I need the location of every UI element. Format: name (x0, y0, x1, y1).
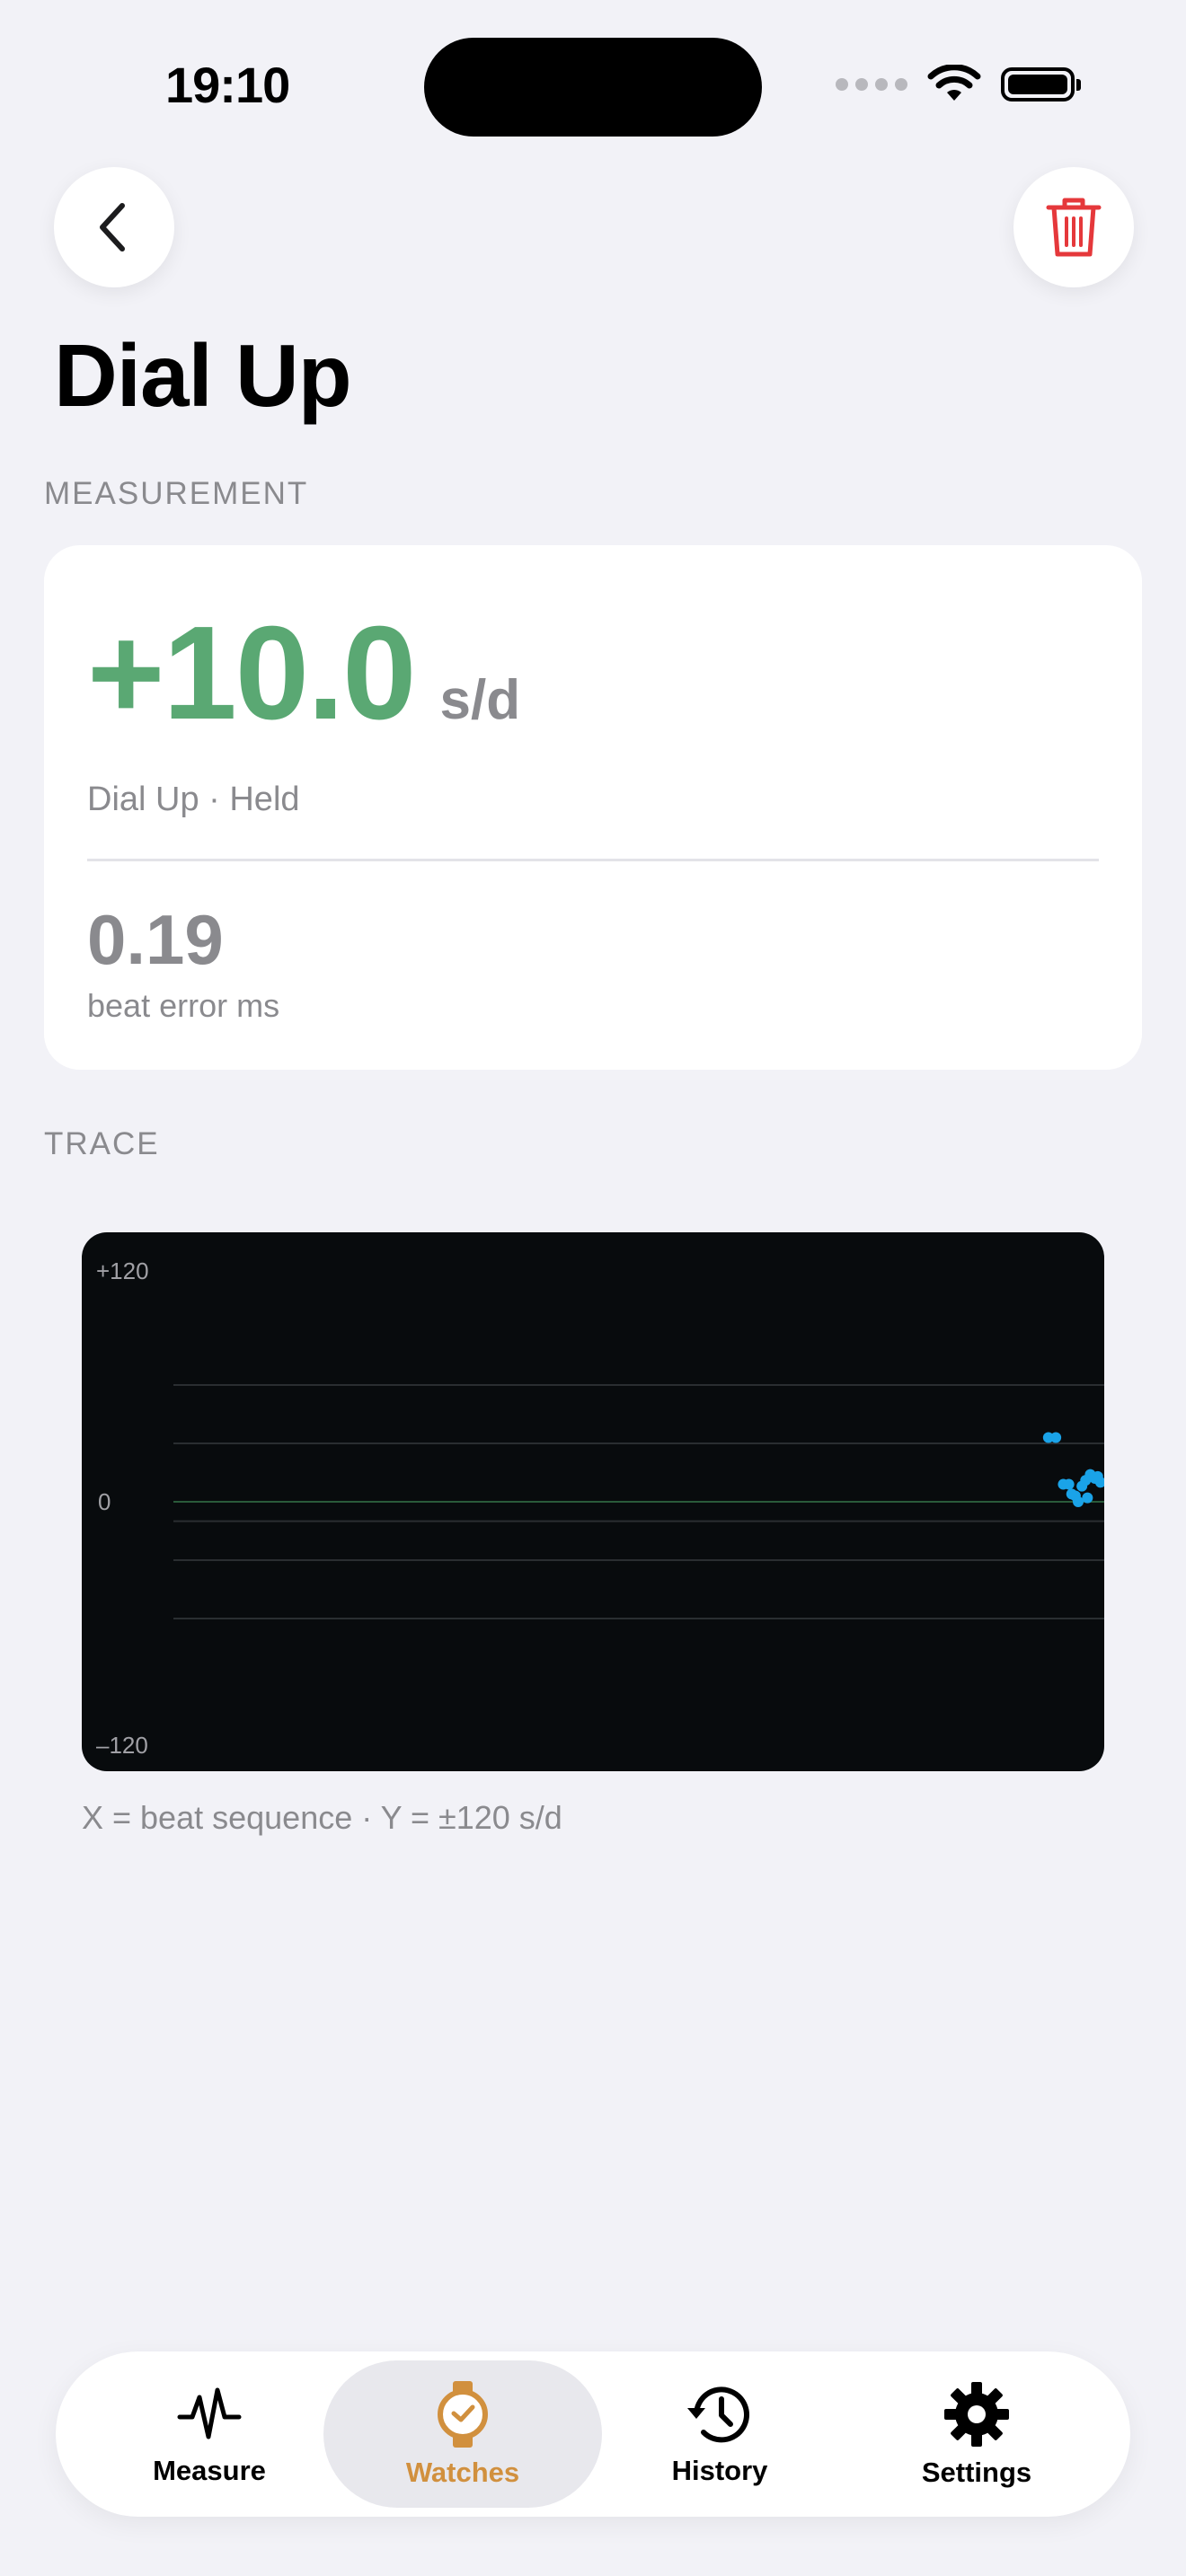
battery-icon (1001, 67, 1081, 101)
history-clock-icon (687, 2386, 749, 2443)
measurement-card: +10.0 s/d Dial Up · Held 0.19 beat error… (44, 545, 1142, 1070)
rate-row: +10.0 s/d (87, 597, 520, 750)
tab-settings[interactable]: Settings (837, 2360, 1116, 2508)
trace-point (1082, 1492, 1093, 1504)
tab-watches-label: Watches (405, 2457, 520, 2488)
cellular-signal-icon (836, 78, 907, 91)
trace-chart: +120 0 –120 (82, 1232, 1104, 1771)
beat-error-label: beat error ms (87, 987, 280, 1024)
position-text: Dial Up · Held (87, 781, 300, 818)
watch-icon (438, 2381, 488, 2448)
wifi-icon (927, 65, 981, 101)
measurement-section-label: MEASUREMENT (44, 476, 309, 511)
tab-history-label: History (671, 2455, 768, 2486)
trace-point (1050, 1432, 1062, 1443)
dynamic-island (424, 38, 762, 137)
trace-caption: X = beat sequence · Y = ±120 s/d (82, 1799, 562, 1836)
beat-error-value: 0.19 (87, 900, 224, 979)
trace-section-label: TRACE (44, 1126, 160, 1161)
tab-settings-label: Settings (921, 2457, 1032, 2488)
tab-measure-label: Measure (153, 2455, 266, 2486)
trash-icon (1046, 198, 1102, 257)
y-tick-label: –120 (96, 1732, 148, 1759)
page-title: Dial Up (54, 326, 352, 425)
rate-value: +10.0 (87, 599, 416, 747)
status-icons (836, 65, 1081, 104)
divider (87, 859, 1099, 861)
gear-icon (944, 2382, 1009, 2447)
status-time: 19:10 (165, 57, 290, 113)
back-button[interactable] (54, 167, 174, 287)
rate-unit: s/d (439, 669, 521, 731)
chevron-left-icon (100, 203, 125, 251)
trace-chart-svg: +120 0 –120 (96, 1257, 1104, 1759)
trace-point (1092, 1470, 1103, 1482)
y-tick-label: 0 (98, 1488, 111, 1515)
tab-measure[interactable]: Measure (70, 2360, 349, 2508)
delete-button[interactable] (1013, 167, 1134, 287)
y-tick-label: +120 (96, 1257, 149, 1284)
trace-point (1063, 1478, 1075, 1490)
waveform-icon (177, 2387, 242, 2439)
tab-bar: Measure Watches History Settings (56, 2351, 1130, 2517)
trace-point (1066, 1488, 1077, 1500)
tab-history[interactable]: History (580, 2360, 859, 2508)
tab-watches[interactable]: Watches (323, 2360, 602, 2508)
